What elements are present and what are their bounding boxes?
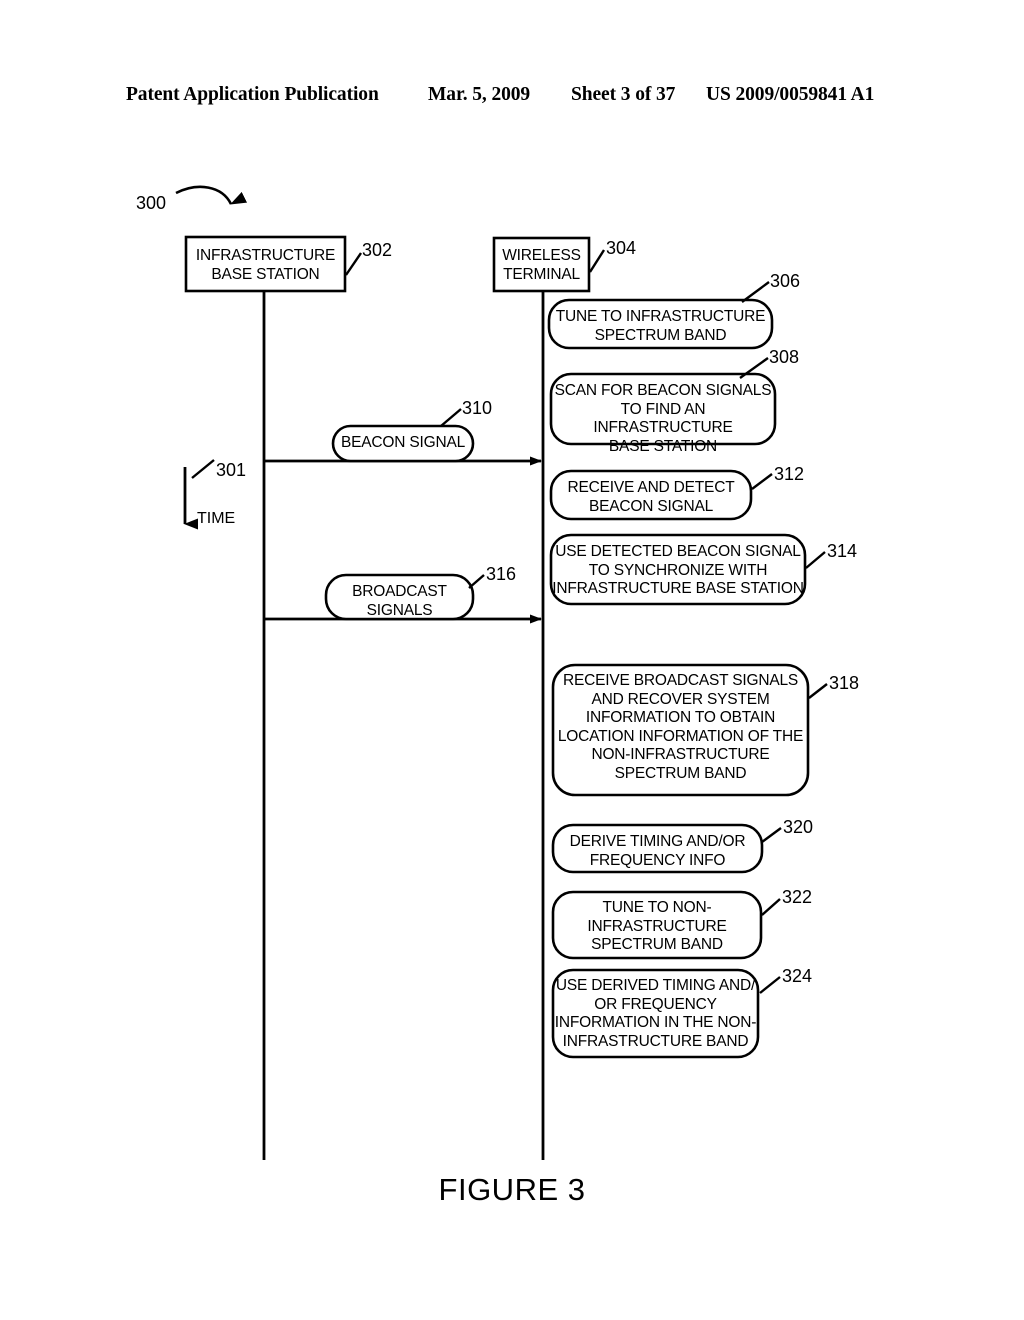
- step-label-314: USE DETECTED BEACON SIGNAL TO SYNCHRONIZ…: [552, 543, 804, 597]
- ref-number-302: 302: [362, 240, 393, 260]
- ref-number-324: 324: [782, 966, 813, 986]
- ref-leader-304: [588, 249, 606, 273]
- step-label-320: DERIVE TIMING AND/OR FREQUENCY INFO: [569, 833, 746, 869]
- ref-number-301: 301: [216, 460, 247, 480]
- ref-number-308: 308: [769, 347, 800, 367]
- ref-leader-302: [345, 252, 362, 276]
- message-label-316: BROADCAST SIGNALS: [352, 583, 447, 619]
- ref-number-318: 318: [829, 673, 860, 693]
- time-axis-label: TIME: [197, 510, 236, 527]
- step-label-322: TUNE TO NON- INFRASTRUCTURE SPECTRUM BAN…: [587, 899, 727, 953]
- ref-leader-320: [761, 827, 782, 843]
- step-label-318: RECEIVE BROADCAST SIGNALS AND RECOVER SY…: [557, 672, 804, 782]
- ref-number-304: 304: [606, 238, 637, 258]
- ref-number-312: 312: [774, 464, 805, 484]
- endpoint-label-wireless-terminal: WIRELESS TERMINAL: [502, 247, 581, 283]
- ref-number-314: 314: [827, 541, 858, 561]
- ref-leader-322: [761, 898, 781, 916]
- step-label-308: SCAN FOR BEACON SIGNALS TO FIND AN INFRA…: [554, 382, 772, 455]
- message-label-310: BEACON SIGNAL: [340, 434, 466, 451]
- figure-caption: FIGURE 3: [438, 1172, 586, 1207]
- step-label-324: USE DERIVED TIMING AND/ OR FREQUENCY INF…: [554, 977, 757, 1050]
- ref-number-300: 300: [136, 193, 167, 213]
- ref-leader-310: [440, 408, 462, 427]
- endpoint-label-infrastructure-base-station: INFRASTRUCTURE BASE STATION: [195, 247, 336, 283]
- ref-number-316: 316: [486, 564, 517, 584]
- step-label-306: TUNE TO INFRASTRUCTURE SPECTRUM BAND: [555, 308, 766, 344]
- ref-number-310: 310: [462, 398, 493, 418]
- ref-leader-318: [808, 683, 828, 699]
- ref-leader-314: [805, 551, 826, 569]
- ref-number-320: 320: [783, 817, 814, 837]
- ref-leader-312: [751, 473, 773, 490]
- ref-number-322: 322: [782, 887, 813, 907]
- step-label-312: RECEIVE AND DETECT BEACON SIGNAL: [567, 479, 735, 515]
- ref-number-306: 306: [770, 271, 801, 291]
- diagram-ref-arrow: [175, 185, 248, 205]
- ref-leader-324: [759, 976, 781, 994]
